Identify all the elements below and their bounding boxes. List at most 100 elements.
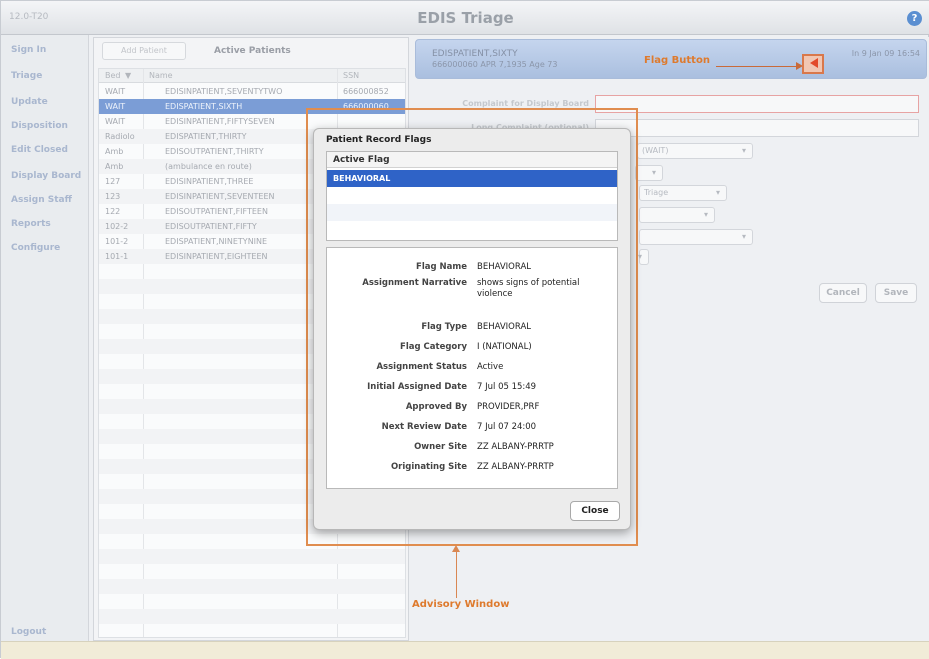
patient-record-flags-dialog: Patient Record Flags Active Flag BEHAVIO…	[313, 128, 631, 530]
select-field[interactable]	[639, 207, 715, 223]
cell-name: (ambulance en route)	[165, 162, 252, 171]
cell-name: EDISINPATIENT,FIFTYSEVEN	[165, 117, 275, 126]
acuity-select[interactable]	[635, 165, 663, 181]
select-field[interactable]	[639, 229, 753, 245]
title-bar: 12.0-T20 EDIS Triage ?	[1, 1, 929, 35]
field-value: I (NATIONAL)	[477, 342, 532, 352]
nav-edit-closed[interactable]: Edit Closed	[11, 145, 68, 155]
nav-disposition[interactable]: Disposition	[11, 121, 68, 131]
cell-name: EDISPATIENT,SIXTH	[165, 102, 243, 111]
field-value: BEHAVIORAL	[477, 322, 531, 332]
logout-link[interactable]: Logout	[11, 627, 46, 637]
status-bar	[1, 641, 929, 659]
cell-bed: WAIT	[105, 87, 126, 96]
cell-bed: Amb	[105, 147, 124, 156]
window-title: EDIS Triage	[417, 9, 514, 27]
cell-bed: 102-2	[105, 222, 129, 231]
field-label: Flag Type	[421, 322, 467, 332]
save-button[interactable]: Save	[875, 283, 917, 303]
patient-row[interactable]: WAIT EDISINPATIENT,SEVENTYTWO 666000852	[99, 84, 405, 99]
field-label: Assignment Status	[376, 362, 467, 372]
field-label: Assignment Narrative	[362, 278, 467, 288]
field-value: BEHAVIORAL	[477, 262, 531, 272]
field-value: Active	[477, 362, 504, 372]
cell-name: EDISPATIENT,THIRTY	[165, 132, 247, 141]
dialog-title: Patient Record Flags	[326, 135, 432, 145]
flag-list-empty-row	[327, 221, 617, 238]
nav-sign-in[interactable]: Sign In	[11, 45, 46, 55]
flag-icon	[810, 58, 818, 68]
empty-row	[99, 609, 405, 624]
cell-bed: WAIT	[105, 102, 126, 111]
field-value: shows signs of potential violence	[477, 278, 580, 299]
cell-bed: 123	[105, 192, 121, 201]
cell-bed: 127	[105, 177, 121, 186]
select-field[interactable]	[638, 249, 649, 265]
cell-name: EDISINPATIENT,EIGHTEEN	[165, 252, 268, 261]
active-flag-header: Active Flag	[327, 152, 617, 168]
cell-name: EDISINPATIENT,THREE	[165, 177, 254, 186]
complaint-input[interactable]	[595, 95, 919, 113]
empty-row	[99, 594, 405, 609]
close-button[interactable]: Close	[570, 501, 620, 521]
cell-bed: WAIT	[105, 117, 126, 126]
long-complaint-input[interactable]	[595, 119, 919, 137]
col-bed[interactable]: Bed	[105, 71, 121, 80]
patient-info: 666000060 APR 7,1935 Age 73	[432, 60, 558, 69]
status-select[interactable]: (WAIT)	[637, 143, 753, 159]
patient-flag-button[interactable]	[802, 54, 824, 74]
cell-name: EDISOUTPATIENT,THIRTY	[165, 147, 264, 156]
field-label: Next Review Date	[381, 422, 467, 432]
cell-bed: 101-2	[105, 237, 129, 246]
add-patient-button[interactable]: Add Patient	[102, 42, 186, 60]
cell-name: EDISOUTPATIENT,FIFTY	[165, 222, 257, 231]
cell-name: EDISPATIENT,NINETYNINE	[165, 237, 268, 246]
nav-configure[interactable]: Configure	[11, 243, 60, 253]
help-circle-icon[interactable]: ?	[907, 11, 922, 26]
field-label: Approved By	[405, 402, 467, 412]
flag-list-empty-row	[327, 187, 617, 204]
grid-header: Bed ▼ Name SSN	[99, 69, 405, 83]
patient-date: In 9 Jan 09 16:54	[851, 49, 920, 58]
nav-assign-staff[interactable]: Assign Staff	[11, 195, 72, 205]
field-label: Flag Category	[400, 342, 467, 352]
left-nav: Sign In Triage Update Disposition Edit C…	[1, 35, 89, 641]
callout-line	[716, 66, 798, 67]
nav-triage[interactable]: Triage	[11, 71, 42, 81]
cell-bed: Amb	[105, 162, 124, 171]
field-value: ZZ ALBANY-PRRTP	[477, 462, 554, 472]
flag-list-empty-row	[327, 204, 617, 221]
flag-list-item[interactable]: BEHAVIORAL	[327, 170, 617, 187]
empty-row	[99, 564, 405, 579]
empty-row	[99, 549, 405, 564]
cancel-button[interactable]: Cancel	[819, 283, 867, 303]
advisory-window-callout-label: Advisory Window	[412, 599, 510, 610]
cell-bed: Radiolo	[105, 132, 135, 141]
empty-row	[99, 624, 405, 639]
cell-ssn: 666000852	[343, 87, 389, 96]
nav-display-board[interactable]: Display Board	[11, 171, 81, 181]
col-ssn[interactable]: SSN	[343, 71, 359, 80]
field-value: PROVIDER,PRF	[477, 402, 540, 412]
empty-row	[99, 579, 405, 594]
cell-bed: 101-1	[105, 252, 129, 261]
cell-name: EDISINPATIENT,SEVENTYTWO	[165, 87, 283, 96]
active-flag-list: Active Flag BEHAVIORAL	[326, 151, 618, 241]
nav-reports[interactable]: Reports	[11, 219, 51, 229]
cell-bed: 122	[105, 207, 121, 216]
triage-select[interactable]: Triage	[639, 185, 727, 201]
field-value: ZZ ALBANY-PRRTP	[477, 442, 554, 452]
complaint-label: Complaint for Display Board	[462, 99, 589, 108]
field-label: Originating Site	[390, 462, 467, 472]
flag-button-callout-label: Flag Button	[644, 55, 710, 66]
nav-update[interactable]: Update	[11, 97, 48, 107]
field-label: Initial Assigned Date	[367, 382, 467, 392]
col-name[interactable]: Name	[149, 71, 173, 80]
active-patients-title: Active Patients	[214, 46, 291, 56]
field-label: Owner Site	[414, 442, 467, 452]
callout-line	[456, 548, 457, 598]
patient-name: EDISPATIENT,SIXTY	[432, 49, 518, 59]
field-label: Flag Name	[416, 262, 467, 272]
field-value: 7 Jul 07 24:00	[477, 422, 537, 432]
cell-name: EDISOUTPATIENT,FIFTEEN	[165, 207, 268, 216]
